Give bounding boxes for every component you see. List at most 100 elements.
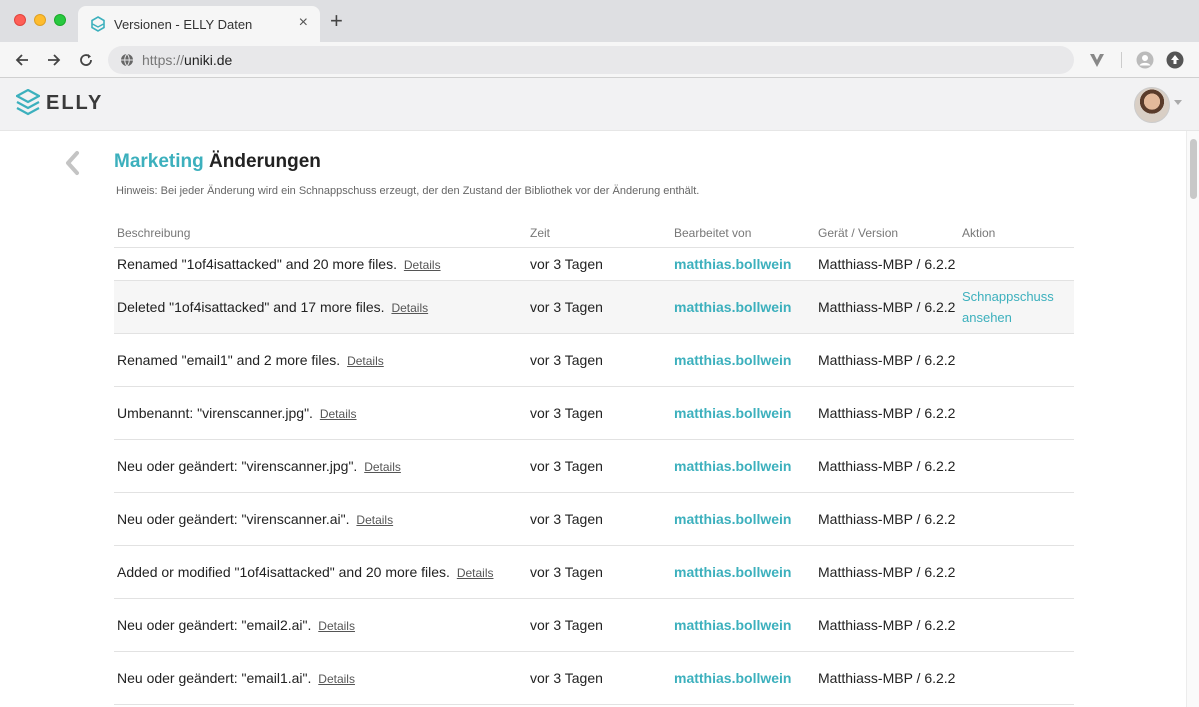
editor-link[interactable]: matthias.bollwein — [671, 280, 815, 334]
device-cell: Matthiass-MBP / 6.2.2 — [815, 386, 959, 440]
table-row: Added or modified "1of4isattacked" and 2… — [114, 545, 1074, 599]
extension-icon[interactable] — [1088, 51, 1106, 69]
changes-table: Beschreibung Zeit Bearbeitet von Gerät /… — [114, 220, 1074, 705]
action-cell — [959, 386, 1074, 440]
details-link[interactable]: Details — [364, 460, 401, 474]
chevron-down-icon[interactable] — [1174, 100, 1182, 105]
table-row: Renamed "email1" and 2 more files. Detai… — [114, 333, 1074, 387]
reload-icon[interactable] — [76, 50, 96, 70]
page-scrollbar[interactable] — [1186, 131, 1199, 707]
page-title-text: Änderungen — [209, 151, 321, 172]
device-cell: Matthiass-MBP / 6.2.2 — [815, 247, 959, 281]
editor-link[interactable]: matthias.bollwein — [671, 247, 815, 281]
download-icon[interactable] — [1166, 51, 1184, 69]
time-cell: vor 3 Tagen — [527, 333, 671, 387]
device-cell: Matthiass-MBP / 6.2.2 — [815, 280, 959, 334]
table-row: Umbenannt: "virenscanner.jpg". Details v… — [114, 386, 1074, 440]
description-cell: Neu oder geändert: "email1.ai". Details — [114, 651, 527, 705]
editor-link[interactable]: matthias.bollwein — [671, 651, 815, 705]
scrollbar-thumb[interactable] — [1190, 139, 1197, 199]
page-title: Marketing Änderungen — [114, 151, 321, 173]
logo-text: ELLY — [46, 91, 104, 114]
arrow-left-icon[interactable] — [12, 50, 32, 70]
details-link[interactable]: Details — [320, 407, 357, 421]
details-link[interactable]: Details — [404, 258, 441, 272]
window-minimize-button[interactable] — [34, 14, 46, 26]
device-cell: Matthiass-MBP / 6.2.2 — [815, 545, 959, 599]
profile-icon[interactable] — [1136, 51, 1154, 69]
editor-link[interactable]: matthias.bollwein — [671, 492, 815, 546]
details-link[interactable]: Details — [356, 513, 393, 527]
action-cell — [959, 333, 1074, 387]
details-link[interactable]: Details — [457, 566, 494, 580]
editor-link[interactable]: matthias.bollwein — [671, 386, 815, 440]
description-cell: Neu oder geändert: "email2.ai". Details — [114, 598, 527, 652]
description-cell: Added or modified "1of4isattacked" and 2… — [114, 545, 527, 599]
column-header-action: Aktion — [959, 220, 1074, 248]
app-header: ELLY — [0, 78, 1199, 131]
address-bar[interactable]: https://uniki.de — [108, 46, 1074, 74]
library-name[interactable]: Marketing — [114, 151, 204, 172]
browser-tab[interactable]: Versionen - ELLY Daten × — [78, 6, 320, 42]
details-link[interactable]: Details — [347, 354, 384, 368]
device-cell: Matthiass-MBP / 6.2.2 — [815, 439, 959, 493]
description-cell: Umbenannt: "virenscanner.jpg". Details — [114, 386, 527, 440]
action-cell — [959, 247, 1074, 281]
hint-text: Hinweis: Bei jeder Änderung wird ein Sch… — [116, 185, 700, 197]
time-cell: vor 3 Tagen — [527, 386, 671, 440]
action-cell — [959, 439, 1074, 493]
column-header-description: Beschreibung — [114, 220, 527, 248]
tab-close-icon[interactable]: × — [299, 15, 308, 31]
device-cell: Matthiass-MBP / 6.2.2 — [815, 651, 959, 705]
editor-link[interactable]: matthias.bollwein — [671, 545, 815, 599]
column-header-editor: Bearbeitet von — [671, 220, 815, 248]
browser-tabbar: Versionen - ELLY Daten × + — [0, 0, 1199, 42]
avatar[interactable] — [1134, 87, 1170, 123]
time-cell: vor 3 Tagen — [527, 280, 671, 334]
action-cell — [959, 492, 1074, 546]
device-cell: Matthiass-MBP / 6.2.2 — [815, 333, 959, 387]
action-cell — [959, 651, 1074, 705]
window-zoom-button[interactable] — [54, 14, 66, 26]
description-cell: Neu oder geändert: "virenscanner.jpg". D… — [114, 439, 527, 493]
elly-logo[interactable]: ELLY — [16, 89, 103, 117]
time-cell: vor 3 Tagen — [527, 651, 671, 705]
time-cell: vor 3 Tagen — [527, 247, 671, 281]
device-cell: Matthiass-MBP / 6.2.2 — [815, 598, 959, 652]
view-snapshot-link[interactable]: Schnappschuss ansehen — [962, 286, 1072, 328]
browser-toolbar: https://uniki.de — [0, 42, 1199, 78]
action-cell: Schnappschuss ansehen — [959, 280, 1074, 334]
toolbar-divider — [1121, 52, 1122, 68]
elly-logo-icon — [16, 89, 40, 116]
editor-link[interactable]: matthias.bollwein — [671, 439, 815, 493]
description-cell: Neu oder geändert: "virenscanner.ai". De… — [114, 492, 527, 546]
new-tab-button[interactable]: + — [330, 10, 343, 32]
table-row: Deleted "1of4isattacked" and 17 more fil… — [114, 280, 1074, 334]
details-link[interactable]: Details — [391, 301, 428, 315]
device-cell: Matthiass-MBP / 6.2.2 — [815, 492, 959, 546]
time-cell: vor 3 Tagen — [527, 492, 671, 546]
description-cell: Renamed "email1" and 2 more files. Detai… — [114, 333, 527, 387]
back-chevron-icon[interactable] — [62, 150, 82, 176]
editor-link[interactable]: matthias.bollwein — [671, 333, 815, 387]
description-cell: Deleted "1of4isattacked" and 17 more fil… — [114, 280, 527, 334]
time-cell: vor 3 Tagen — [527, 598, 671, 652]
elly-favicon-icon — [91, 16, 105, 32]
table-row: Neu oder geändert: "email1.ai". Details … — [114, 651, 1074, 705]
table-row: Neu oder geändert: "virenscanner.jpg". D… — [114, 439, 1074, 493]
column-header-time: Zeit — [527, 220, 671, 248]
window-close-button[interactable] — [14, 14, 26, 26]
details-link[interactable]: Details — [318, 672, 355, 686]
table-row: Neu oder geändert: "email2.ai". Details … — [114, 598, 1074, 652]
arrow-right-icon[interactable] — [44, 50, 64, 70]
table-row: Renamed "1of4isattacked" and 20 more fil… — [114, 247, 1074, 281]
tab-title: Versionen - ELLY Daten — [114, 16, 253, 32]
details-link[interactable]: Details — [318, 619, 355, 633]
column-header-device: Gerät / Version — [815, 220, 959, 248]
time-cell: vor 3 Tagen — [527, 545, 671, 599]
table-row: Neu oder geändert: "virenscanner.ai". De… — [114, 492, 1074, 546]
globe-icon — [121, 53, 133, 67]
editor-link[interactable]: matthias.bollwein — [671, 598, 815, 652]
time-cell: vor 3 Tagen — [527, 439, 671, 493]
action-cell — [959, 598, 1074, 652]
